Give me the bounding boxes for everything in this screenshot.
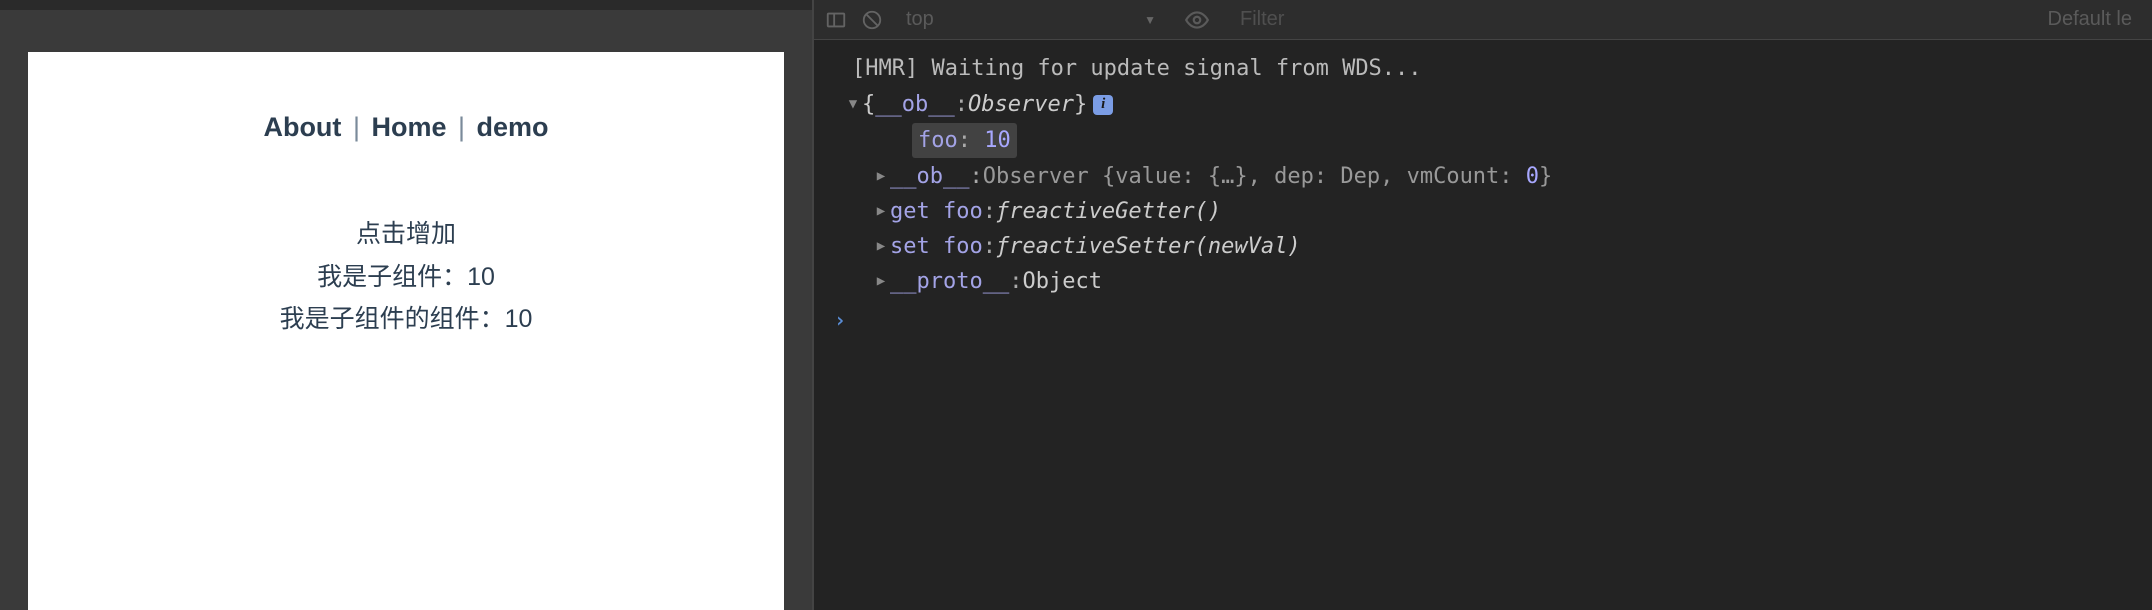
filter-input[interactable] [1232,6,2016,34]
property-key: __ob__ [890,160,969,193]
function-name: reactiveGetter() [1009,195,1221,228]
child-component-label: 我是子组件：10 [28,256,784,299]
expand-toggle-icon[interactable] [872,271,890,292]
brace-open: { [862,88,875,121]
colon: : [983,230,996,263]
property-key: set foo [890,230,983,263]
property-preview: Observer {value: {…}, dep: Dep, vmCount:… [983,160,1553,193]
child-label-text: 我是子组件： [317,263,467,291]
object-root-row[interactable]: {__ob__: Observer} i [814,87,2152,122]
colon: : [1009,265,1022,298]
console-input[interactable] [856,308,2132,333]
colon: : [969,160,982,193]
object-property-row[interactable]: get foo: ƒ reactiveGetter() [814,194,2152,229]
expand-toggle-icon[interactable] [872,236,890,257]
chevron-down-icon: ▼ [1144,13,1156,27]
toggle-sidebar-icon[interactable] [824,8,848,32]
property-key: foo [918,128,958,153]
grandchild-component-label: 我是子组件的组件：10 [28,298,784,341]
property-type: Object [1022,265,1101,298]
execution-context-select[interactable]: top ▼ [896,5,1166,35]
log-levels-select[interactable]: Default le [2038,4,2143,35]
expand-toggle-icon[interactable] [872,166,890,187]
nav-separator: | [458,112,465,142]
live-expression-icon[interactable] [1184,7,1210,33]
brace-close: } [1074,88,1087,121]
colon: : [983,195,996,228]
colon: : [955,88,968,121]
nav-separator: | [353,112,360,142]
expand-toggle-icon[interactable] [844,94,862,115]
prompt-caret-icon: › [834,305,846,335]
browser-viewport: About | Home | demo 点击增加 我是子组件：10 我是子组件的… [0,0,812,610]
nav-about[interactable]: About [263,112,341,142]
object-property-row[interactable]: set foo: ƒ reactiveSetter(newVal) [814,229,2152,264]
context-select-value: top [906,8,934,31]
function-symbol: ƒ [996,195,1009,228]
page-nav: About | Home | demo [28,112,784,143]
object-property-row[interactable]: __proto__: Object [814,264,2152,299]
grandchild-value: 10 [505,305,533,333]
property-key: __proto__ [890,265,1009,298]
nav-demo[interactable]: demo [477,112,549,142]
clear-console-icon[interactable] [860,8,884,32]
property-key: get foo [890,195,983,228]
rendered-page: About | Home | demo 点击增加 我是子组件：10 我是子组件的… [28,52,784,610]
colon: : [958,128,985,153]
viewport-top-bar [0,0,812,10]
function-symbol: ƒ [996,230,1009,263]
object-class: Observer [968,88,1074,121]
property-value: 10 [984,128,1011,153]
object-key: __ob__ [875,88,954,121]
console-message: [HMR] Waiting for update signal from WDS… [814,50,2152,87]
click-increment-button[interactable]: 点击增加 [28,213,784,256]
object-property-row[interactable]: foo: 10 [814,122,2152,159]
object-property-row[interactable]: __ob__: Observer {value: {…}, dep: Dep, … [814,159,2152,194]
grandchild-label-text: 我是子组件的组件： [280,305,505,333]
expand-toggle-icon[interactable] [872,201,890,222]
info-icon[interactable]: i [1093,95,1113,115]
console-toolbar: top ▼ Default le [814,0,2152,40]
nav-home[interactable]: Home [371,112,446,142]
child-value: 10 [467,263,495,291]
devtools-panel: top ▼ Default le [HMR] Waiting for updat… [812,0,2152,610]
console-prompt[interactable]: › [814,299,2152,341]
function-name: reactiveSetter(newVal) [1009,230,1300,263]
console-output: [HMR] Waiting for update signal from WDS… [814,40,2152,610]
